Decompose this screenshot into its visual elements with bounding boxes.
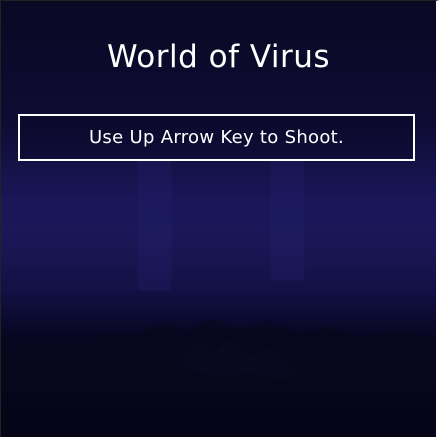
- instruction-box: Use Up Arrow Key to Shoot.: [18, 114, 415, 161]
- game-canvas[interactable]: World of Virus Use Up Arrow Key to Shoot…: [0, 0, 439, 437]
- background-pillar-right: [270, 160, 305, 281]
- background-pillar-left: [137, 160, 172, 291]
- instruction-text: Use Up Arrow Key to Shoot.: [88, 127, 345, 148]
- game-title: World of Virus: [106, 39, 331, 75]
